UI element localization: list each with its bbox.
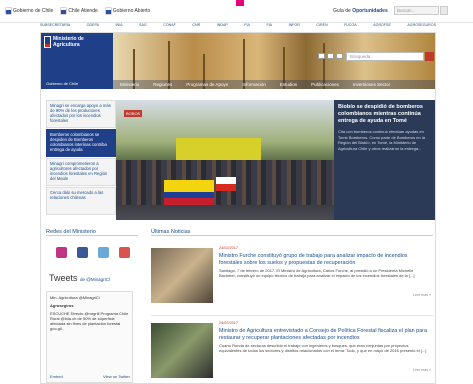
news-thumbnail[interactable] <box>151 323 213 378</box>
agency-link[interactable]: CONAF <box>163 23 176 31</box>
instagram-icon[interactable] <box>56 247 67 258</box>
ministry-name: Ministerio de Agricultura <box>53 36 84 48</box>
gov-label: Gobierno de Chile <box>46 81 79 86</box>
nav-item[interactable]: Regiones <box>146 80 179 89</box>
agency-link[interactable]: CIREN <box>316 23 327 31</box>
news-thumbnail[interactable] <box>151 248 213 303</box>
site-header: Ministerio de Agricultura Gobierno de Chi… <box>41 33 435 89</box>
pink-marker <box>236 0 244 6</box>
agency-link[interactable]: SUBSECRETARÍA <box>40 23 70 31</box>
agency-link[interactable]: AGROSEGUROS <box>407 23 436 31</box>
gobierno-abierto-icon <box>105 8 111 14</box>
agency-link[interactable]: FIA <box>244 23 250 31</box>
news-summary: Santiago, 7 de febrero de 2017. El Minis… <box>219 268 415 279</box>
agency-link[interactable]: FIA <box>266 23 272 31</box>
page-wrapper: Ministerio de Agricultura Gobierno de Chi… <box>40 32 436 384</box>
view-on-twitter-link[interactable]: View on Twitter <box>103 374 130 379</box>
news-item: 24/02/2017 Ministro de Agricultura entre… <box>151 321 433 381</box>
twitter-widget-footer: Embed View on Twitter <box>50 374 130 379</box>
featured-story-panel[interactable]: Biobío se despidió de bomberos colombian… <box>334 100 435 220</box>
ministry-logo[interactable]: Ministerio de Agricultura Gobierno de Chi… <box>41 33 113 89</box>
agency-link[interactable]: INFOR <box>289 23 300 31</box>
link-gobierno-abierto[interactable]: Gobierno Abierto <box>105 8 150 14</box>
social-icons-row <box>56 247 130 258</box>
read-more-link[interactable]: Leer más » <box>413 368 431 372</box>
search-icon[interactable] <box>425 52 434 61</box>
gobierno-links: Gobierno de Chile Chile Atiende Gobierno… <box>6 8 150 14</box>
news-item: 24/02/2017 Ministro Furche constituyó gr… <box>151 246 433 306</box>
tweet-account[interactable]: Min. Agricultura @MinagriCl <box>50 295 129 300</box>
twitter-widget: Min. Agricultura @MinagriCl Agrosegiros … <box>46 291 133 383</box>
agency-link[interactable]: SAG <box>139 23 147 31</box>
featured-news-list: Minagri se encarga apoyo a más de 90% de… <box>46 100 116 216</box>
flickr-icon[interactable] <box>98 247 109 258</box>
header-search-input[interactable]: Búsqueda <box>346 52 424 61</box>
rss-icon[interactable] <box>318 53 325 59</box>
guia-oportunidades-link[interactable]: Guía de Oportunidades <box>333 8 388 14</box>
agency-link[interactable]: FUCOA <box>344 23 357 31</box>
read-more-link[interactable]: Leer más » <box>413 293 431 297</box>
facebook-icon[interactable] <box>77 247 88 258</box>
top-search-button[interactable] <box>440 6 448 15</box>
nav-item[interactable]: Estudios <box>273 80 304 89</box>
agency-link[interactable]: ODEPA <box>87 23 99 31</box>
news-section-title: Últimas Noticias <box>151 229 433 236</box>
featured-story-summary: Cita con bomberos continuó efectúan ayud… <box>338 129 425 151</box>
redes-section-title: Redes del Ministerio <box>46 229 138 236</box>
agency-link[interactable]: AGROFSE <box>373 23 391 31</box>
embed-link[interactable]: Embed <box>50 374 63 379</box>
link-chile-atiende[interactable]: Chile Atiende <box>61 8 98 14</box>
nav-item[interactable]: Ministerio <box>113 80 146 89</box>
chile-atiende-icon <box>61 8 67 14</box>
chile-flag-icon <box>6 8 11 14</box>
chile-flag-image <box>216 177 236 191</box>
header-social-icons <box>318 53 343 59</box>
nav-item[interactable]: Programas de Apoyo <box>179 80 235 89</box>
tweet-text: ESCUCHE Directo @mrgrill Programa Chile … <box>50 311 129 331</box>
main-nav: Ministerio Regiones Programas de Apoyo I… <box>113 80 435 89</box>
news-divider <box>151 315 433 316</box>
news-date: 24/02/2017 <box>219 321 239 325</box>
agencies-bar: SUBSECRETARÍA ODEPA INIA SAG CONAF CNR I… <box>40 23 436 31</box>
featured-list-item[interactable]: Minagri se encarga apoyo a más de 90% de… <box>46 100 116 128</box>
news-summary: Cuarto Ronda de sectoras describió el tr… <box>219 343 427 354</box>
featured-list-item[interactable]: Cerca dalo su mercado a las relaciones c… <box>46 187 116 215</box>
colombia-flag-image <box>164 180 214 205</box>
agency-link[interactable]: INDAP <box>217 23 228 31</box>
sitemap-icon[interactable] <box>327 53 334 59</box>
link-gobierno-chile[interactable]: Gobierno de Chile <box>6 8 53 14</box>
featured-photo[interactable]: BOBOS <box>116 100 334 220</box>
agency-link[interactable]: INIA <box>116 23 123 31</box>
tweets-heading: Tweets de @MinagriCl <box>49 273 110 283</box>
nav-item[interactable]: Información <box>235 80 273 89</box>
news-title[interactable]: Ministro Furche constituyó grupo de trab… <box>219 253 431 266</box>
nav-item[interactable]: Publicaciones <box>304 80 346 89</box>
youtube-icon[interactable] <box>119 247 130 258</box>
featured-story-title: Biobío se despidió de bomberos colombian… <box>338 104 423 124</box>
photo-badge: BOBOS <box>124 110 143 117</box>
top-search-input[interactable]: Buscar... <box>394 6 439 15</box>
accessibility-icon[interactable] <box>336 53 343 59</box>
tweet-author[interactable]: Agrosegiros <box>50 303 129 308</box>
featured-list-item-active[interactable]: Bomberos colombianos se despiden de Bomb… <box>46 129 116 157</box>
news-title[interactable]: Ministro de Agricultura entrevistado a C… <box>219 328 431 341</box>
agency-link[interactable]: CNR <box>192 23 200 31</box>
gobierno-topbar: Gobierno de Chile Chile Atiende Gobierno… <box>0 0 473 23</box>
news-date: 24/02/2017 <box>219 246 239 250</box>
featured-list-item[interactable]: Minagri comprometieron a agricultores af… <box>46 158 116 186</box>
nav-item[interactable]: Inversiones Sector <box>346 80 397 89</box>
logo-flag-icon <box>44 36 51 48</box>
